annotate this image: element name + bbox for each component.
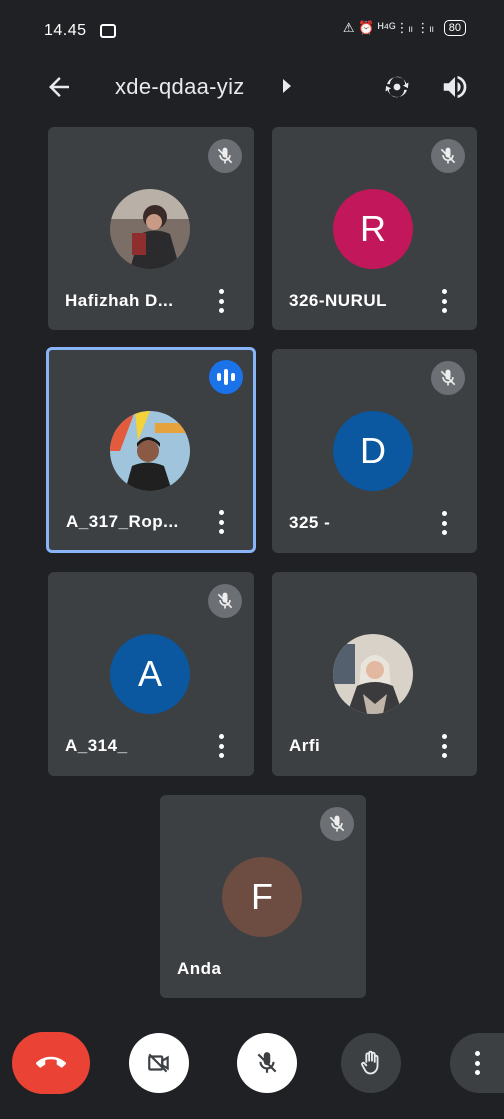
more-options-icon[interactable] (440, 511, 448, 535)
speaker-icon[interactable] (440, 72, 470, 102)
caret-right-icon[interactable] (283, 79, 291, 93)
mic-off-icon (208, 584, 242, 618)
participant-name: Anda (177, 959, 222, 978)
participant-tile[interactable]: D 325 - (272, 349, 477, 553)
participant-tile[interactable]: Hafizhah D... (48, 127, 254, 330)
screen-cast-icon (100, 24, 116, 38)
back-arrow-icon[interactable] (44, 72, 74, 102)
mic-off-icon (208, 139, 242, 173)
participant-name: Arfi (289, 736, 321, 755)
end-call-button[interactable] (12, 1032, 90, 1094)
mic-off-icon (431, 139, 465, 173)
participant-name: A_314_ (65, 736, 128, 755)
avatar-photo (333, 634, 413, 714)
participant-tile[interactable]: A A_314_ (48, 572, 254, 776)
more-options-icon[interactable] (440, 289, 448, 313)
battery-icon: 80 (443, 20, 466, 36)
mic-off-icon (320, 807, 354, 841)
meeting-code[interactable]: xde-qdaa-yiz (115, 74, 245, 100)
speaking-indicator-icon (209, 360, 243, 394)
participant-name: 326-NURUL (289, 291, 388, 310)
more-options-icon[interactable] (440, 734, 448, 758)
participant-name: 325 - (289, 513, 331, 532)
participant-tile[interactable]: Arfi (272, 572, 477, 776)
hand-icon (361, 1050, 379, 1075)
meeting-header: xde-qdaa-yiz (0, 62, 504, 112)
switch-camera-icon[interactable] (380, 70, 414, 104)
more-vert-icon (473, 1051, 481, 1075)
more-options-icon[interactable] (217, 289, 225, 313)
participant-tile[interactable]: R 326-NURUL (272, 127, 477, 330)
more-options-icon[interactable] (217, 734, 225, 758)
more-options-button[interactable] (450, 1033, 504, 1093)
status-bar: 14.45 ⚠ ⏰ ᴴ⁴ᴳ⋮ₗₗ ⋮ₗₗ 80 (0, 0, 504, 60)
camera-off-icon (148, 1053, 169, 1073)
participant-tile-active[interactable]: A_317_Rop... (46, 347, 256, 553)
signal-indicators: ⚠ ⏰ ᴴ⁴ᴳ⋮ₗₗ ⋮ₗₗ (342, 20, 434, 35)
status-icons: ⚠ ⏰ ᴴ⁴ᴳ⋮ₗₗ ⋮ₗₗ 80 (343, 20, 466, 36)
participant-name: A_317_Rop... (66, 512, 179, 531)
self-tile[interactable]: F Anda (160, 795, 366, 998)
avatar: F (222, 857, 302, 937)
participant-name: Hafizhah D... (65, 291, 174, 310)
mic-off-icon (431, 361, 465, 395)
avatar-photo (110, 189, 190, 269)
avatar-photo (110, 411, 190, 491)
status-time: 14.45 (44, 22, 87, 39)
mic-off-icon (257, 1052, 277, 1073)
more-options-icon[interactable] (217, 510, 225, 534)
avatar: A (110, 634, 190, 714)
call-controls (0, 1025, 504, 1119)
mic-toggle-button[interactable] (237, 1033, 297, 1093)
hang-up-icon (36, 1056, 66, 1068)
avatar: D (333, 411, 413, 491)
avatar: R (333, 189, 413, 269)
raise-hand-button[interactable] (341, 1033, 401, 1093)
camera-toggle-button[interactable] (129, 1033, 189, 1093)
